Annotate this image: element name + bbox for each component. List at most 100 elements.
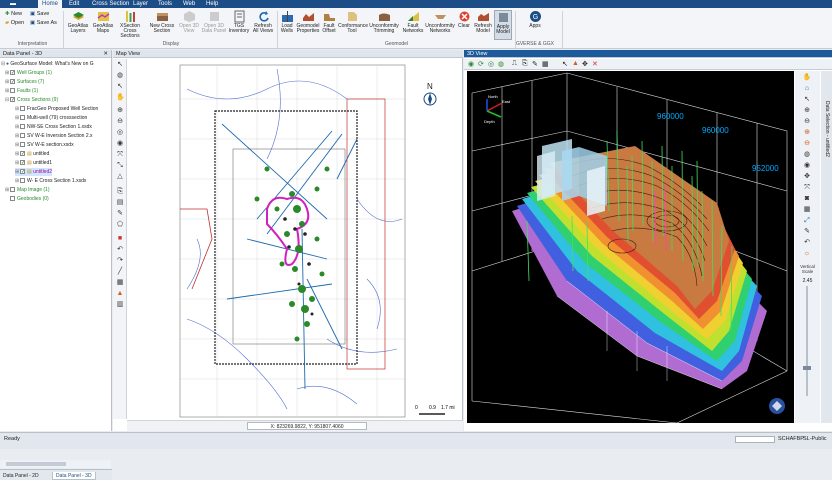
unconformity-networks-button[interactable]: Unconformity Networks xyxy=(425,10,455,34)
vertical-scale-slider[interactable] xyxy=(803,286,811,396)
ruler-icon[interactable]: △ xyxy=(116,173,124,181)
zoom-out-icon[interactable]: ⊖ xyxy=(116,118,124,126)
pick-icon[interactable]: ▲ xyxy=(572,60,579,67)
layer-icon[interactable]: ▤ xyxy=(116,199,124,207)
checkbox[interactable] xyxy=(20,178,25,184)
tree-item-section[interactable]: ⊞ SV W-E section.xsdx xyxy=(15,141,74,149)
xsection-cross-sections-button[interactable]: XSection Cross Sections xyxy=(116,10,144,39)
3d-canvas[interactable]: 960000 960000 952000 East North Depth xyxy=(467,71,794,423)
checkbox[interactable] xyxy=(20,142,25,148)
tree-item-section[interactable]: ⊞ W- E Cross Section 1.xsdx xyxy=(15,177,86,185)
warning-icon[interactable]: ▲ xyxy=(116,290,124,298)
map-canvas[interactable]: N 0 0.9 1.7 mi xyxy=(127,59,463,420)
image-icon[interactable]: ▦ xyxy=(116,279,124,287)
zoom-in-icon[interactable]: ⊕ xyxy=(802,107,812,115)
data-selection-tab[interactable]: Data Selection - untitled2 xyxy=(821,71,832,423)
zoom-out-icon[interactable]: ⊖ xyxy=(802,118,812,126)
menu-layer[interactable]: Layer xyxy=(133,0,148,8)
view-top-icon[interactable]: ◎ xyxy=(488,60,494,68)
stop-icon[interactable]: ■ xyxy=(116,235,124,243)
view-side-icon[interactable]: ◍ xyxy=(498,60,504,68)
checkbox[interactable] xyxy=(10,196,15,202)
camera-icon[interactable]: ◙ xyxy=(802,195,812,203)
tree-item-section-selected[interactable]: ⊞▤ untitled2 xyxy=(15,168,53,176)
geomodel-properties-button[interactable]: Geomodel Properties xyxy=(296,10,320,34)
copy-icon[interactable]: ⎘ xyxy=(522,60,528,68)
checkbox[interactable] xyxy=(10,79,15,85)
open-3d-view-button[interactable]: Open 3D View xyxy=(178,10,200,34)
view-rotate-icon[interactable]: ⟳ xyxy=(478,60,484,68)
select-icon[interactable]: ↖ xyxy=(116,83,124,91)
tree-item-surfaces[interactable]: ⊞Surfaces (7) xyxy=(5,78,44,86)
menu-edit[interactable]: Edit xyxy=(69,0,79,8)
zoom-extent-icon[interactable]: ◎ xyxy=(116,129,124,137)
apps-button[interactable]: G Apps xyxy=(525,10,545,29)
tab-data-panel-3d[interactable]: Data Panel - 3D xyxy=(52,472,96,480)
tree-item-faults[interactable]: ⊞ Faults (1) xyxy=(5,87,38,95)
file-menu-icon[interactable]: ▬ xyxy=(10,0,16,8)
checkbox[interactable] xyxy=(20,160,25,166)
apply-model-button[interactable]: Apply Model xyxy=(494,10,512,40)
home-icon[interactable]: ⌂ xyxy=(802,85,812,93)
unconformity-trimming-button[interactable]: Unconformity Trimming xyxy=(367,10,401,34)
tree-item-section[interactable]: ⊞ Multi-well (79) crosssection xyxy=(15,114,87,122)
horizontal-scrollbar[interactable] xyxy=(0,460,111,468)
edit-icon[interactable]: ✎ xyxy=(532,60,538,68)
menu-cross-section[interactable]: Cross Section xyxy=(92,0,129,8)
checkbox[interactable] xyxy=(10,187,15,193)
clear-button[interactable]: Clear xyxy=(456,10,472,29)
pan-icon[interactable]: ✋ xyxy=(802,74,812,82)
polygon-icon[interactable]: ⬠ xyxy=(116,221,124,229)
checkbox[interactable] xyxy=(20,106,25,112)
pan-icon[interactable]: ✥ xyxy=(582,60,588,68)
refresh-model-button[interactable]: Refresh Model xyxy=(473,10,493,34)
zoom-in-icon[interactable]: ⊕ xyxy=(116,107,124,115)
checkbox[interactable] xyxy=(10,97,15,103)
tree-item-section[interactable]: ⊞▤ untitled1 xyxy=(15,159,52,167)
checkbox[interactable] xyxy=(10,70,15,76)
close-icon[interactable]: ✕ xyxy=(592,60,598,68)
fault-offset-button[interactable]: Fault Offset xyxy=(321,10,337,34)
tree-item-section[interactable]: ⊞ FracGeo Proposed Well Section xyxy=(15,105,98,113)
checkbox[interactable] xyxy=(20,169,25,175)
move-icon[interactable]: ✥ xyxy=(802,173,812,181)
geoatlas-maps-button[interactable]: GeoAtlas Maps xyxy=(91,10,115,34)
tgs-inventory-button[interactable]: TGS Inventory xyxy=(228,10,250,34)
refresh-all-views-button[interactable]: Refresh All Views xyxy=(251,10,275,34)
conformance-tool-button[interactable]: Conformance Tool xyxy=(338,10,368,34)
pointer-icon[interactable]: ↖ xyxy=(562,60,568,68)
checkbox[interactable] xyxy=(10,88,15,94)
draw-icon[interactable]: ✎ xyxy=(116,210,124,218)
tab-data-panel-2d[interactable]: Data Panel - 2D xyxy=(0,472,42,480)
globe-icon[interactable]: ◍ xyxy=(116,72,124,80)
open-button[interactable]: ▰ Open xyxy=(5,20,24,27)
rotate-left-icon[interactable]: ◍ xyxy=(802,151,812,159)
close-icon[interactable]: ✕ xyxy=(103,50,108,58)
menu-tools[interactable]: Tools xyxy=(158,0,172,8)
pan-icon[interactable]: ✋ xyxy=(116,94,125,102)
tree-item-geobodies[interactable]: Geobodies (0) xyxy=(5,195,49,203)
new-cross-section-button[interactable]: New Cross Section xyxy=(147,10,177,34)
tree-root[interactable]: ⊟● GeoSurface Model: What's New on G xyxy=(1,60,94,68)
tree-item-map-image[interactable]: ⊞ Map Image (1) xyxy=(5,186,50,194)
zoom-region-icon[interactable]: ⊕ xyxy=(802,129,812,137)
geoatlas-layers-button[interactable]: GeoAtlas Layers xyxy=(66,10,90,34)
tree-item-section[interactable]: ⊞▤ untitled xyxy=(15,150,49,158)
menu-web[interactable]: Web xyxy=(183,0,195,8)
checkbox[interactable] xyxy=(20,115,25,121)
save-as-button[interactable]: ▣ Save As xyxy=(30,20,57,27)
checkbox[interactable] xyxy=(20,133,25,139)
measure-icon[interactable]: ⤢ xyxy=(802,217,812,225)
fit-icon[interactable]: ⤧ xyxy=(802,184,812,192)
zoom-extent-icon[interactable]: ⊖ xyxy=(802,140,812,148)
settings-icon[interactable]: ▥ xyxy=(116,301,124,309)
new-button[interactable]: ✚ New xyxy=(5,11,22,18)
undo-icon[interactable]: ↶ xyxy=(116,246,124,254)
measure-icon[interactable]: ⤡ xyxy=(116,162,124,170)
grid-icon[interactable]: ▦ xyxy=(802,206,812,214)
undo-icon[interactable]: ↶ xyxy=(802,239,812,247)
lighting-icon[interactable]: ☼ xyxy=(802,250,812,258)
zoom-previous-icon[interactable]: ◉ xyxy=(116,140,124,148)
menu-home[interactable]: Home xyxy=(38,0,63,8)
line-icon[interactable]: ╱ xyxy=(116,268,124,276)
